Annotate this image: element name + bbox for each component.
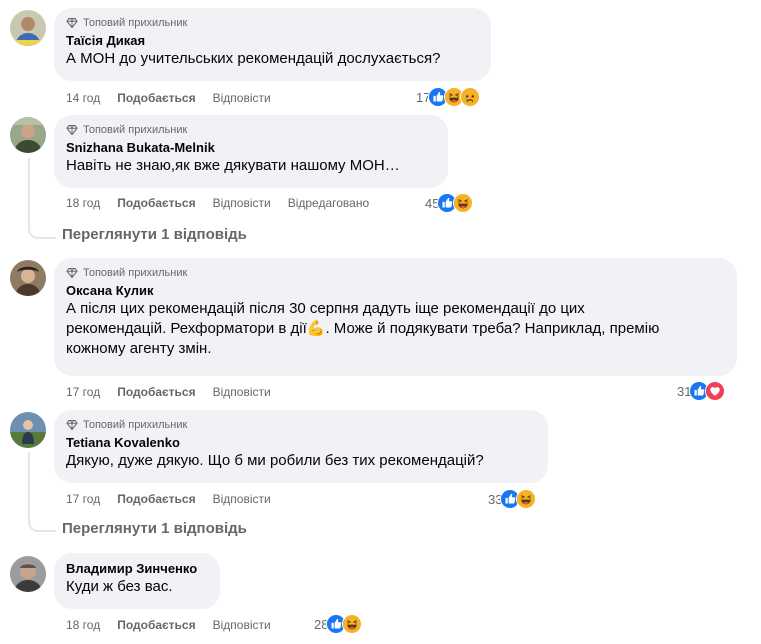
comment-author[interactable]: Snizhana Bukata-Melnik <box>66 140 436 156</box>
reaction-summary[interactable]: 31 <box>677 381 726 401</box>
haha-reaction-icon <box>453 193 474 213</box>
reaction-summary[interactable]: 28 <box>314 614 363 634</box>
comment-bubble: Владимир Зинченко Куди ж без вас. <box>54 553 220 609</box>
haha-reaction-icon <box>516 489 537 509</box>
comment-time[interactable]: 18 год <box>66 196 100 210</box>
reply-button[interactable]: Відповісти <box>213 492 271 506</box>
comment-actions: 14 год Подобається Відповісти <box>66 90 288 106</box>
comment-text: Куди ж без вас. <box>66 578 173 595</box>
top-fan-badge: Топовий прихильник <box>66 16 479 30</box>
comment-author[interactable]: Оксана Кулик <box>66 283 725 299</box>
diamond-icon <box>66 17 78 29</box>
reply-button[interactable]: Відповісти <box>213 91 271 105</box>
reaction-summary[interactable]: 17 <box>416 87 481 107</box>
comment-time[interactable]: 14 год <box>66 91 100 105</box>
reaction-summary[interactable]: 33 <box>488 489 537 509</box>
comment-author[interactable]: Tetiana Kovalenko <box>66 435 536 451</box>
diamond-icon <box>66 419 78 431</box>
avatar[interactable] <box>10 412 46 448</box>
reaction-summary[interactable]: 45 <box>425 193 474 213</box>
top-fan-badge: Топовий прихильник <box>66 418 536 432</box>
comment-author[interactable]: Владимир Зинченко <box>66 561 208 577</box>
like-button[interactable]: Подобається <box>117 91 195 105</box>
diamond-icon <box>66 267 78 279</box>
like-button[interactable]: Подобається <box>117 196 195 210</box>
comment-bubble: Топовий прихильник Snizhana Bukata-Melni… <box>54 115 448 188</box>
avatar[interactable] <box>10 10 46 46</box>
comment-time[interactable]: 17 год <box>66 492 100 506</box>
comment-text: Дякую, дуже дякую. Що б ми робили без ти… <box>66 452 484 469</box>
avatar[interactable] <box>10 117 46 153</box>
comment-bubble: Топовий прихильник Таїсія Дикая А МОН до… <box>54 8 491 81</box>
edited-label[interactable]: Відредаговано <box>288 196 369 210</box>
comment-text: Навіть не знаю,як вже дякувати нашому МО… <box>66 157 400 174</box>
comment-actions: 18 год Подобається Відповісти Відредагов… <box>66 195 386 211</box>
avatar[interactable] <box>10 556 46 592</box>
comment-bubble: Топовий прихильник Оксана Кулик А після … <box>54 258 737 376</box>
comment-text: А МОН до учительських рекомендацій дослу… <box>66 50 441 67</box>
comment-actions: 17 год Подобається Відповісти <box>66 384 288 400</box>
comment-time[interactable]: 18 год <box>66 618 100 632</box>
reply-button[interactable]: Відповісти <box>213 385 271 399</box>
avatar[interactable] <box>10 260 46 296</box>
thread-connector <box>28 452 56 532</box>
comment-actions: 17 год Подобається Відповісти <box>66 491 288 507</box>
comment-bubble: Топовий прихильник Tetiana Kovalenko Дяк… <box>54 410 548 483</box>
reply-button[interactable]: Відповісти <box>213 196 271 210</box>
love-reaction-icon <box>705 381 726 401</box>
comment-time[interactable]: 17 год <box>66 385 100 399</box>
haha-reaction-icon <box>342 614 363 634</box>
view-replies-link[interactable]: Переглянути 1 відповідь <box>62 520 247 537</box>
sad-reaction-icon <box>460 87 481 107</box>
diamond-icon <box>66 124 78 136</box>
comment-actions: 18 год Подобається Відповісти <box>66 617 288 633</box>
like-button[interactable]: Подобається <box>117 492 195 506</box>
thread-connector <box>28 158 56 239</box>
comment-author[interactable]: Таїсія Дикая <box>66 33 479 49</box>
like-button[interactable]: Подобається <box>117 385 195 399</box>
view-replies-link[interactable]: Переглянути 1 відповідь <box>62 226 247 243</box>
comment-text: А після цих рекомендацій після 30 серпня… <box>66 300 660 357</box>
top-fan-badge: Топовий прихильник <box>66 123 436 137</box>
like-button[interactable]: Подобається <box>117 618 195 632</box>
top-fan-badge: Топовий прихильник <box>66 266 725 280</box>
reply-button[interactable]: Відповісти <box>213 618 271 632</box>
